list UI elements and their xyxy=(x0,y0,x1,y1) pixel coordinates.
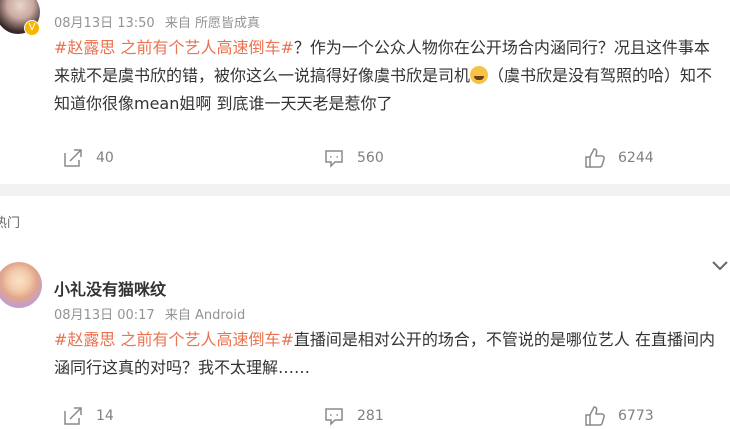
like-icon xyxy=(585,406,605,426)
post-content: #赵露思 之前有个艺人高速倒车#？作为一个公众人物你在公开场合内涵同行？况且这件… xyxy=(54,34,718,118)
post-content: #赵露思 之前有个艺人高速倒车#直播间是相对公开的场合，不管说的是哪位艺人 在直… xyxy=(54,326,718,382)
share-button[interactable]: 14 xyxy=(62,404,114,428)
comment-button[interactable]: 560 xyxy=(323,146,384,170)
post-source: 来自 Android xyxy=(164,308,246,323)
like-count: 6244 xyxy=(618,150,654,166)
avatar[interactable] xyxy=(0,262,42,308)
share-count: 40 xyxy=(96,150,114,166)
comment-icon xyxy=(325,408,343,426)
share-icon xyxy=(64,407,82,425)
action-bar: 14 281 6773 xyxy=(0,404,730,428)
like-button[interactable]: 6244 xyxy=(584,146,654,170)
divider xyxy=(0,184,730,196)
share-button[interactable]: 40 xyxy=(62,146,114,170)
action-bar: 40 560 6244 xyxy=(0,146,730,170)
topic-link[interactable]: #赵露思 之前有个艺人高速倒车# xyxy=(54,330,294,349)
post-date: 08月13日 00:17 xyxy=(54,308,155,323)
comment-button[interactable]: 281 xyxy=(323,404,384,428)
share-count: 14 xyxy=(96,408,114,424)
comment-count: 281 xyxy=(357,408,384,424)
verified-icon: V xyxy=(24,20,40,36)
like-count: 6773 xyxy=(618,408,654,424)
post-meta: 08月13日 13:50 来自 所愿皆成真 xyxy=(54,12,266,31)
share-icon xyxy=(64,149,82,167)
chevron-down-icon[interactable] xyxy=(710,258,730,274)
post-date: 08月13日 13:50 xyxy=(54,16,155,31)
post-source: 来自 所愿皆成真 xyxy=(164,16,260,31)
section-label: 热门 xyxy=(0,216,21,231)
laugh-cry-emoji-icon xyxy=(470,66,489,84)
username[interactable]: 小礼没有猫咪纹 xyxy=(54,276,166,300)
like-icon xyxy=(585,148,605,168)
comment-icon xyxy=(325,150,343,168)
topic-link[interactable]: #赵露思 之前有个艺人高速倒车# xyxy=(54,38,294,57)
comment-count: 560 xyxy=(357,150,384,166)
like-button[interactable]: 6773 xyxy=(584,404,654,428)
post-meta: 08月13日 00:17 来自 Android xyxy=(54,304,251,323)
